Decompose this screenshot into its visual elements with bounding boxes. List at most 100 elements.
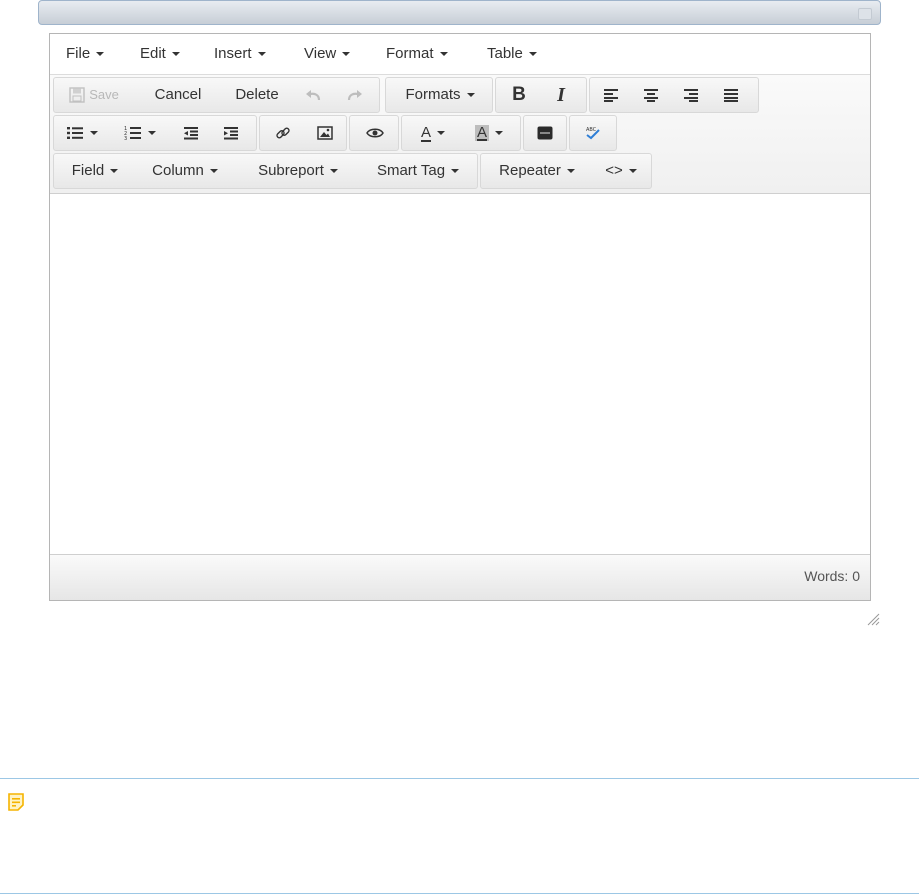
cancel-button[interactable]: Cancel xyxy=(148,78,208,112)
indent-button[interactable] xyxy=(216,116,246,150)
chevron-down-icon xyxy=(628,169,637,174)
numbered-list-button[interactable]: 123 xyxy=(118,116,162,150)
chevron-down-icon xyxy=(495,131,503,136)
align-right-button[interactable] xyxy=(676,78,706,112)
chevron-down-icon xyxy=(466,93,475,98)
menu-edit[interactable]: Edit xyxy=(140,45,180,62)
smart-tag-label: Smart Tag xyxy=(376,162,446,179)
align-justify-icon xyxy=(724,89,738,103)
chevron-down-icon xyxy=(257,52,266,57)
toolbar-group-colors: A A xyxy=(401,115,521,151)
outdent-icon xyxy=(184,127,198,140)
toolbar-group-spellcheck: ABC xyxy=(569,115,617,151)
save-button[interactable]: Save xyxy=(58,78,130,112)
chevron-down-icon xyxy=(148,131,156,136)
field-label: Field xyxy=(71,162,105,179)
menu-format[interactable]: Format xyxy=(386,45,448,62)
subreport-dropdown[interactable]: Subreport xyxy=(242,154,354,188)
bold-label: B xyxy=(512,84,526,105)
spellcheck-button[interactable]: ABC xyxy=(576,116,610,150)
code-dropdown[interactable]: <> xyxy=(597,154,645,188)
align-left-button[interactable] xyxy=(596,78,626,112)
align-left-icon xyxy=(604,89,618,103)
toolbar-group-formats: Formats xyxy=(385,77,493,113)
field-dropdown[interactable]: Field xyxy=(60,154,130,188)
text-color-icon: A xyxy=(420,124,431,141)
formats-label: Formats xyxy=(405,86,461,103)
editor-content-area[interactable] xyxy=(50,194,870,554)
link-icon xyxy=(276,127,290,139)
smart-tag-dropdown[interactable]: Smart Tag xyxy=(362,154,474,188)
svg-text:3: 3 xyxy=(124,136,127,141)
delete-button[interactable]: Delete xyxy=(230,78,284,112)
background-color-icon: A xyxy=(475,124,489,141)
repeater-dropdown[interactable]: Repeater xyxy=(487,154,587,188)
dialog-titlebar xyxy=(38,0,881,25)
indent-icon xyxy=(224,127,238,140)
toolbar-group-align xyxy=(589,77,759,113)
insert-image-button[interactable] xyxy=(308,116,342,150)
chevron-down-icon xyxy=(329,169,338,174)
chevron-down-icon xyxy=(566,169,575,174)
undo-button[interactable] xyxy=(298,78,328,112)
menu-table[interactable]: Table xyxy=(487,45,537,62)
chevron-down-icon xyxy=(451,169,460,174)
chevron-down-icon xyxy=(437,131,445,136)
subreport-label: Subreport xyxy=(258,162,324,179)
undo-icon xyxy=(306,90,321,101)
image-icon xyxy=(317,126,333,140)
italic-label: I xyxy=(557,84,565,106)
chevron-down-icon xyxy=(90,131,98,136)
code-label: <> xyxy=(605,162,623,179)
numbered-list-icon: 123 xyxy=(124,126,141,141)
chevron-down-icon xyxy=(110,169,119,174)
outdent-button[interactable] xyxy=(176,116,206,150)
chevron-down-icon xyxy=(528,52,537,57)
resize-grip-icon[interactable] xyxy=(866,612,880,626)
chevron-down-icon xyxy=(171,52,180,57)
menu-table-label: Table xyxy=(487,45,523,62)
cancel-label: Cancel xyxy=(154,86,202,103)
repeater-label: Repeater xyxy=(499,162,561,179)
editor-statusbar: Words: 0 xyxy=(50,554,870,600)
bold-button[interactable]: B xyxy=(502,78,536,112)
italic-button[interactable]: I xyxy=(544,78,578,112)
formats-dropdown[interactable]: Formats xyxy=(394,78,486,112)
redo-button[interactable] xyxy=(340,78,370,112)
bullet-list-button[interactable] xyxy=(60,116,104,150)
html-source-button[interactable] xyxy=(530,116,560,150)
note-icon xyxy=(8,793,24,811)
column-dropdown[interactable]: Column xyxy=(138,154,232,188)
toolbar-group-lists: 123 xyxy=(53,115,257,151)
preview-button[interactable] xyxy=(358,116,392,150)
rich-text-editor: File Edit Insert View Format Table Save … xyxy=(49,33,871,601)
redo-icon xyxy=(347,90,362,101)
html-source-icon xyxy=(537,126,553,140)
eye-icon xyxy=(366,128,384,138)
toolbar-group-actions: Save Cancel Delete xyxy=(53,77,380,113)
save-label: Save xyxy=(89,87,119,102)
floppy-disk-icon xyxy=(69,87,85,103)
align-justify-button[interactable] xyxy=(716,78,746,112)
menu-view-label: View xyxy=(304,45,337,62)
insert-link-button[interactable] xyxy=(266,116,300,150)
toolbar-group-source xyxy=(523,115,567,151)
toolbar-group-insert xyxy=(259,115,347,151)
align-center-button[interactable] xyxy=(636,78,666,112)
background-color-button[interactable]: A xyxy=(462,116,516,150)
menu-format-label: Format xyxy=(386,45,434,62)
text-color-button[interactable]: A xyxy=(408,116,458,150)
menu-edit-label: Edit xyxy=(140,45,166,62)
bullet-list-icon xyxy=(67,127,83,140)
menu-view[interactable]: View xyxy=(304,45,351,62)
menu-file[interactable]: File xyxy=(66,45,105,62)
delete-label: Delete xyxy=(235,86,279,103)
column-label: Column xyxy=(152,162,204,179)
note-callout xyxy=(0,778,919,894)
toolbar-group-report: Field Column Subreport Smart Tag xyxy=(53,153,478,189)
align-center-icon xyxy=(644,89,658,103)
window-control-button[interactable] xyxy=(858,8,872,20)
menu-insert[interactable]: Insert xyxy=(214,45,266,62)
chevron-down-icon xyxy=(96,52,105,57)
menu-file-label: File xyxy=(66,45,91,62)
